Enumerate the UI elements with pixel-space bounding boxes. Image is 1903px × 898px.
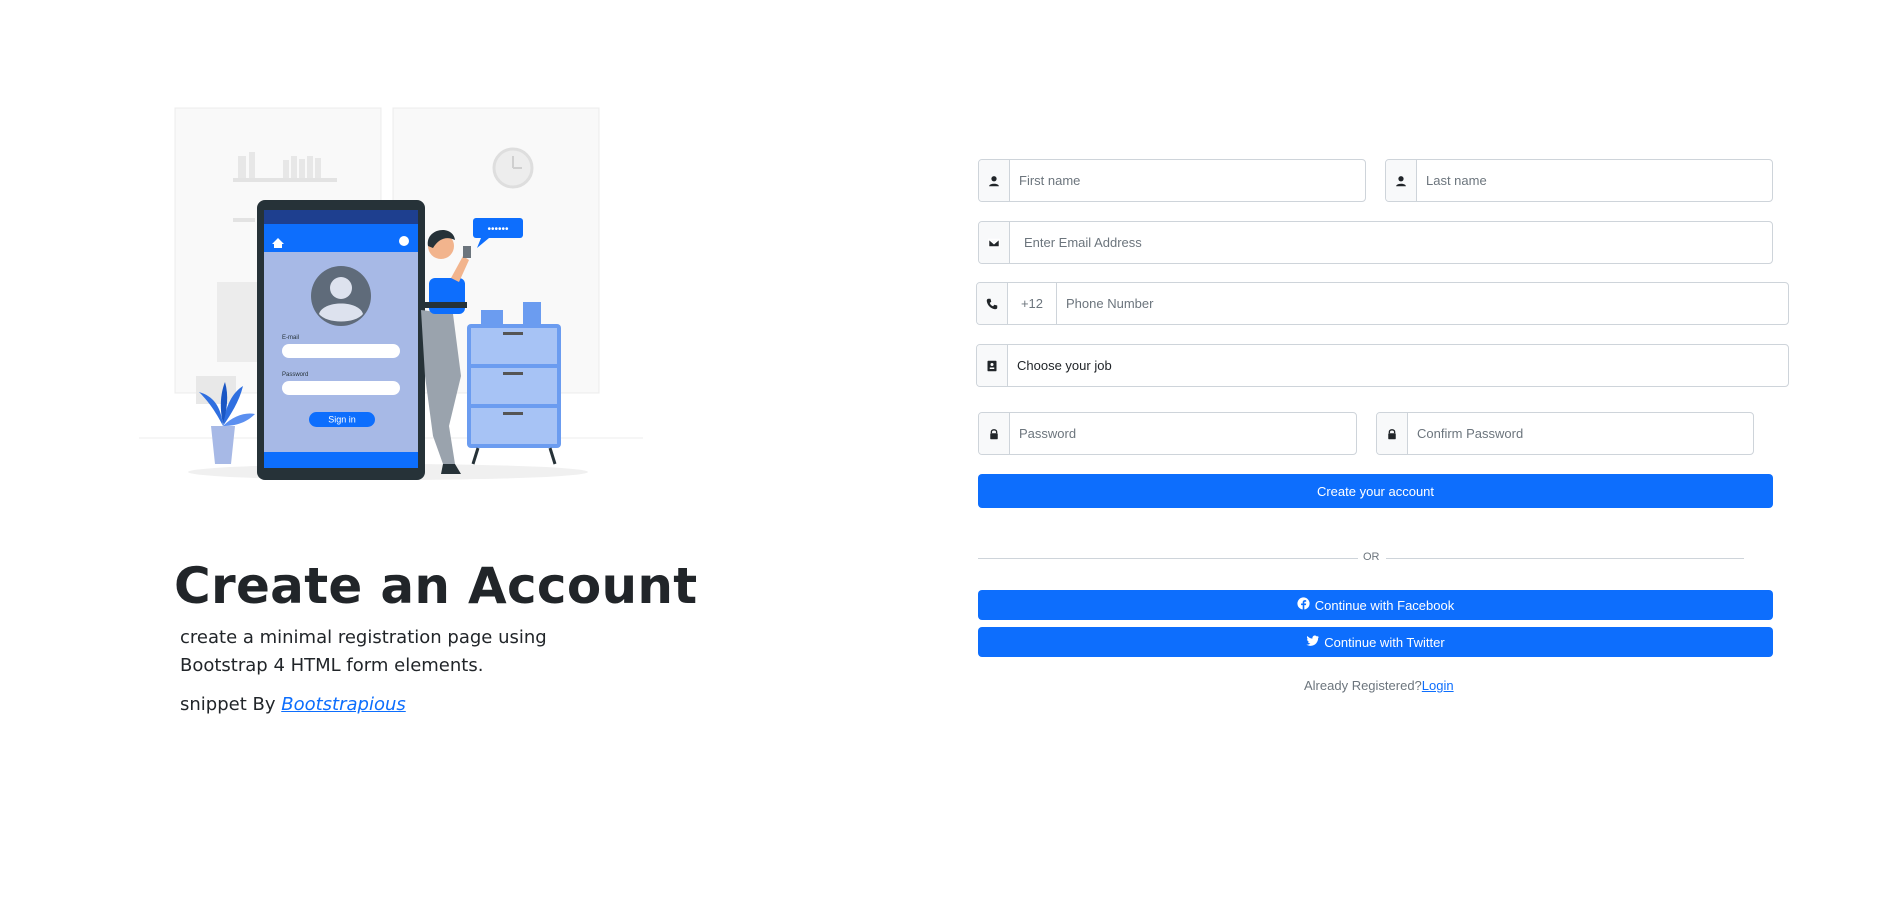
password-input[interactable] bbox=[1010, 413, 1356, 454]
phone-group: +12 bbox=[976, 282, 1789, 325]
phone-input[interactable] bbox=[1057, 283, 1788, 324]
first-name-input[interactable] bbox=[1010, 160, 1365, 201]
phone-password-label: Password bbox=[282, 372, 308, 378]
email-group bbox=[978, 221, 1773, 264]
user-icon bbox=[979, 160, 1010, 201]
page-description: create a minimal registration page using… bbox=[180, 627, 547, 676]
phone-icon bbox=[977, 283, 1008, 324]
registration-illustration: E-mail Password Sign in •••••• bbox=[139, 107, 643, 480]
divider-left bbox=[978, 558, 1358, 559]
email-input[interactable] bbox=[1010, 222, 1772, 263]
bootstrapious-link[interactable]: Bootstrapious bbox=[281, 694, 406, 715]
page-title: Create an Account bbox=[174, 557, 698, 615]
create-account-button[interactable]: Create your account bbox=[978, 474, 1773, 508]
create-account-label: Create your account bbox=[1316, 483, 1435, 499]
id-card-icon bbox=[977, 345, 1008, 386]
password-group bbox=[978, 412, 1357, 455]
envelope-icon bbox=[979, 222, 1010, 263]
already-registered: Already Registered?Login bbox=[1304, 678, 1454, 693]
login-link[interactable]: Login bbox=[1422, 678, 1454, 693]
phone-email-label: E-mail bbox=[282, 335, 299, 341]
divider-right bbox=[1386, 558, 1744, 559]
credit-prefix: snippet By bbox=[180, 694, 282, 715]
last-name-input[interactable] bbox=[1417, 160, 1772, 201]
lock-icon bbox=[1377, 413, 1408, 454]
divider-or: OR bbox=[1363, 551, 1380, 563]
job-select[interactable]: Choose your job bbox=[976, 344, 1789, 387]
phone-signin-label: Sign in bbox=[328, 415, 356, 425]
last-name-group bbox=[1385, 159, 1773, 202]
country-code[interactable]: +12 bbox=[1008, 283, 1057, 324]
user-icon bbox=[1386, 160, 1417, 201]
first-name-group bbox=[978, 159, 1366, 202]
credit-line: snippet By Bootstrapious bbox=[180, 694, 406, 715]
twitter-label: Continue with Twitter bbox=[1324, 634, 1445, 650]
confirm-password-group bbox=[1376, 412, 1754, 455]
lock-icon bbox=[979, 413, 1010, 454]
facebook-label: Continue with Facebook bbox=[1314, 597, 1455, 613]
job-select-value: Choose your job bbox=[1017, 358, 1112, 373]
twitter-icon bbox=[1306, 634, 1320, 650]
already-registered-text: Already Registered? bbox=[1304, 678, 1422, 693]
facebook-button[interactable]: Continue with Facebook bbox=[978, 590, 1773, 620]
confirm-password-input[interactable] bbox=[1408, 413, 1753, 454]
twitter-button[interactable]: Continue with Twitter bbox=[978, 627, 1773, 657]
facebook-icon bbox=[1297, 597, 1310, 613]
svg-text:••••••: •••••• bbox=[487, 224, 509, 235]
